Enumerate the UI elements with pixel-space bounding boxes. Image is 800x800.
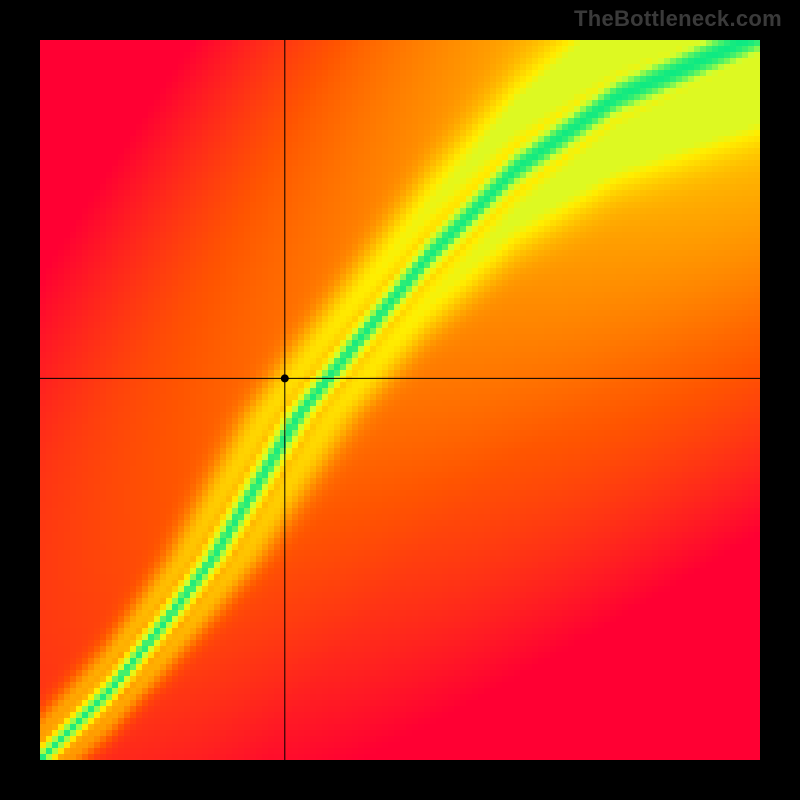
chart-frame: TheBottleneck.com [0, 0, 800, 800]
watermark-text: TheBottleneck.com [574, 6, 782, 32]
plot-area [40, 40, 760, 760]
heatmap-canvas [40, 40, 760, 760]
